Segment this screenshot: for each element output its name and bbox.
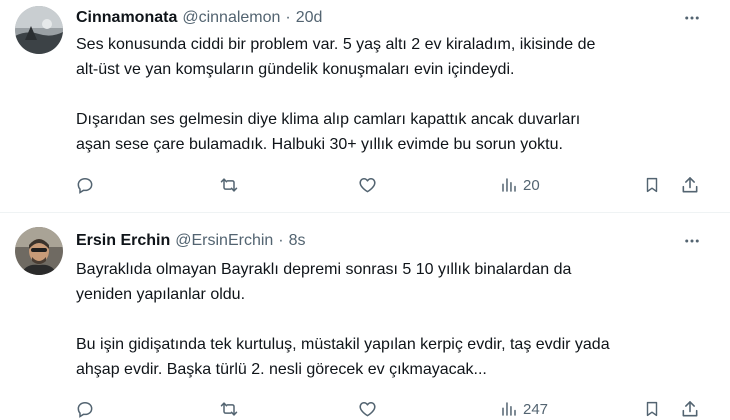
tweet-line: ahşap evdir. Başka türlü 2. nesli görece… xyxy=(76,361,487,378)
tweet-header: Ersin Erchin @ErsinErchin · 8s xyxy=(76,229,306,253)
retweet-button[interactable] xyxy=(218,396,240,420)
bookmark-icon xyxy=(646,401,658,417)
tweet-header: Cinnamonata @cinnalemon · 20d xyxy=(76,6,322,30)
avatar[interactable] xyxy=(15,6,63,54)
share-icon xyxy=(682,401,698,417)
reply-button[interactable] xyxy=(75,172,95,198)
reply-button[interactable] xyxy=(75,396,95,420)
retweet-icon xyxy=(220,402,238,416)
tweet-text: Bayraklıda olmayan Bayraklı depremi sonr… xyxy=(76,257,716,382)
avatar[interactable] xyxy=(15,227,63,275)
more-icon[interactable] xyxy=(680,229,704,253)
share-button[interactable] xyxy=(680,396,700,420)
timestamp[interactable]: 8s xyxy=(289,232,306,250)
views-count: 247 xyxy=(523,400,549,418)
tweet-line: alt-üst ve yan komşuların gündelik konuş… xyxy=(76,61,515,78)
views-icon xyxy=(502,402,516,416)
tweet-line: yeniden yapılanlar oldu. xyxy=(76,286,246,303)
views-button[interactable]: 20 xyxy=(500,172,540,198)
share-button[interactable] xyxy=(680,172,700,198)
bookmark-button[interactable] xyxy=(643,172,661,198)
tweet-line: aşan sese çare bulamadık. Halbuki 30+ yı… xyxy=(76,136,563,153)
tweet-line: Ses konusunda ciddi bir problem var. 5 y… xyxy=(76,36,596,53)
retweet-icon xyxy=(220,178,238,192)
views-count: 20 xyxy=(523,176,540,194)
separator: · xyxy=(285,9,291,26)
author-handle[interactable]: @cinnalemon xyxy=(182,9,280,27)
like-icon xyxy=(359,178,376,193)
reply-icon xyxy=(77,401,93,418)
tweet-line: Bu işin gidişatında tek kurtuluş, müstak… xyxy=(76,336,610,353)
like-button[interactable] xyxy=(357,172,378,198)
tweet[interactable]: Cinnamonata @cinnalemon · 20d Ses konusu… xyxy=(0,0,730,212)
views-button[interactable]: 247 xyxy=(500,396,548,420)
tweet-line: Bayraklıda olmayan Bayraklı depremi sonr… xyxy=(76,261,572,278)
views-icon xyxy=(502,178,516,192)
share-icon xyxy=(682,177,698,193)
separator: · xyxy=(278,232,284,249)
like-icon xyxy=(359,402,376,417)
author-handle[interactable]: @ErsinErchin xyxy=(175,232,273,250)
timestamp[interactable]: 20d xyxy=(296,9,323,27)
tweet[interactable]: Ersin Erchin @ErsinErchin · 8s Bayraklıd… xyxy=(0,213,730,420)
tweet-actions: 20 xyxy=(0,172,730,198)
author-name[interactable]: Cinnamonata xyxy=(76,9,177,27)
tweet-line: Dışarıdan ses gelmesin diye klima alıp c… xyxy=(76,111,581,128)
author-name[interactable]: Ersin Erchin xyxy=(76,232,170,250)
reply-icon xyxy=(77,177,93,194)
bookmark-icon xyxy=(646,177,658,193)
tweet-actions: 247 xyxy=(0,396,730,420)
bookmark-button[interactable] xyxy=(643,396,661,420)
like-button[interactable] xyxy=(357,396,378,420)
retweet-button[interactable] xyxy=(218,172,240,198)
tweet-text: Ses konusunda ciddi bir problem var. 5 y… xyxy=(76,32,716,157)
more-icon[interactable] xyxy=(680,6,704,30)
